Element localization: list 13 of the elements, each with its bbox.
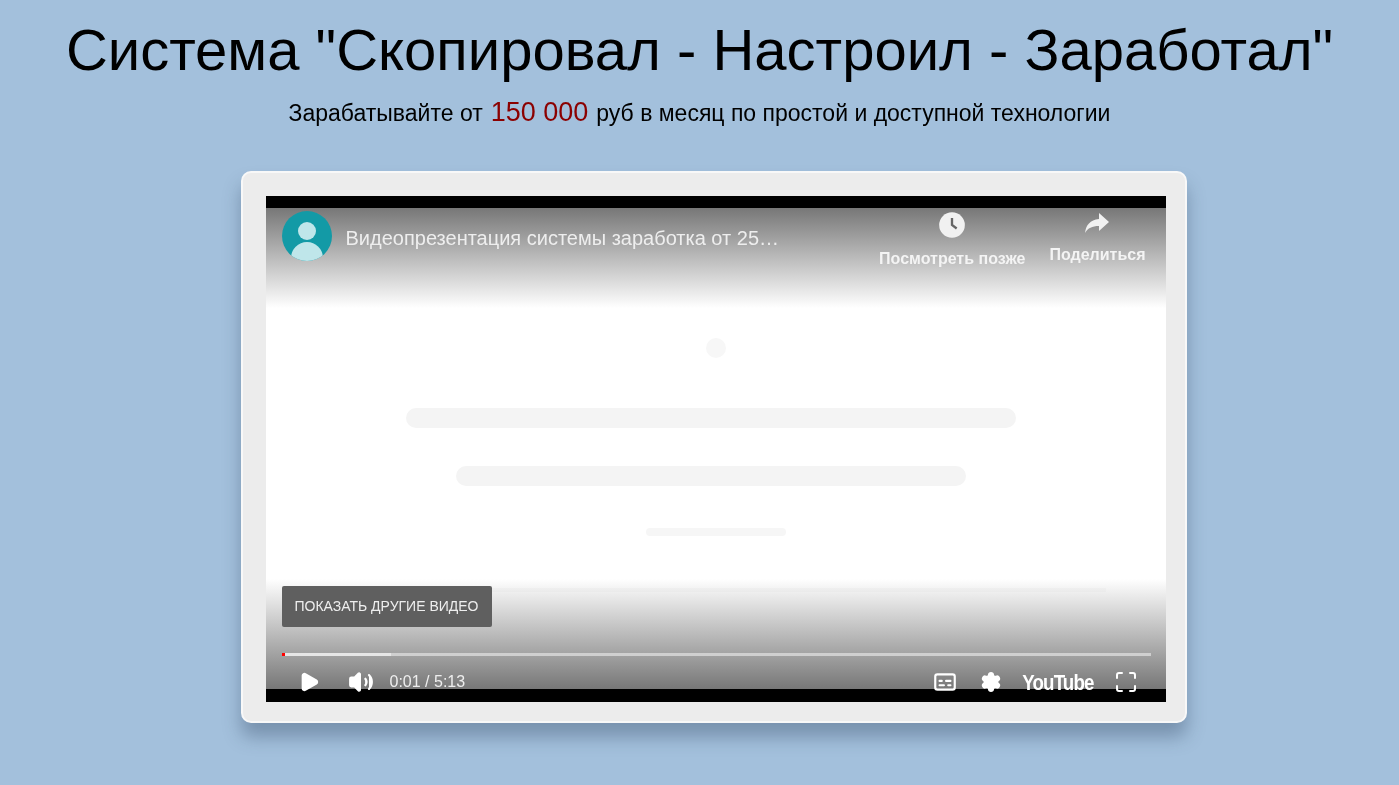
subtitle-text: Зарабатывайте от [288, 99, 483, 128]
video-action-button[interactable]: Посмотреть позже [879, 210, 1026, 271]
clock-icon [938, 210, 967, 239]
video-title[interactable]: Видеопрезентация системы заработка от 25… [345, 222, 779, 253]
time-display: 0:01 / 5:13 [389, 672, 466, 692]
subtitle-text: руб в месяц по простой и доступной технологии [596, 99, 1111, 128]
fullscreen-icon[interactable] [1113, 670, 1138, 694]
income-amount: 150 000 [490, 96, 589, 129]
youtube-logo[interactable]: YouTube [1021, 665, 1094, 699]
volume-icon[interactable] [347, 669, 374, 695]
page-title: Система "Скопировал - Настроил - Заработал" [65, 18, 1334, 82]
video-action-button[interactable]: Поделиться [1049, 210, 1146, 271]
more-videos-button[interactable]: ПОКАЗАТЬ ДРУГИЕ ВИДЕО [281, 585, 492, 627]
